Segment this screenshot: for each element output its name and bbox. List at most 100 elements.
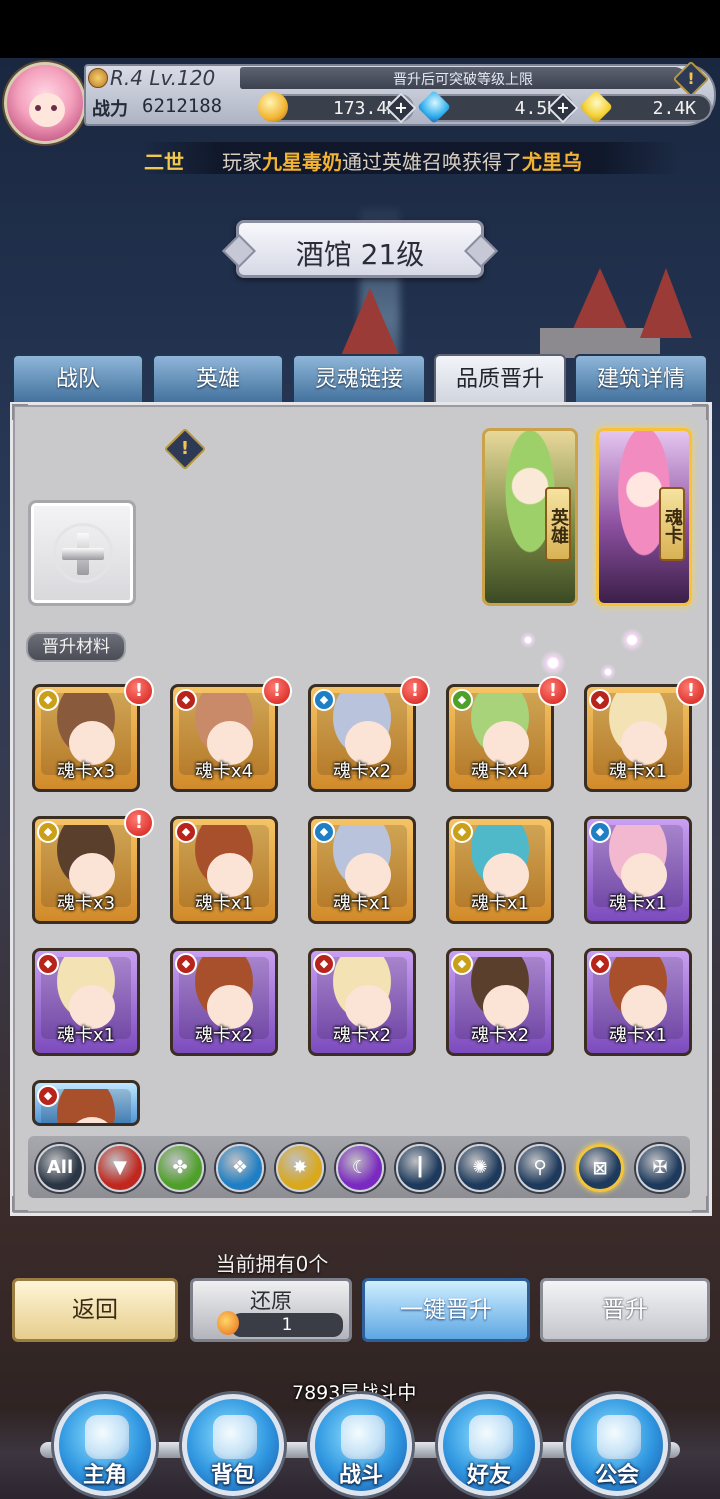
add-target-slot[interactable]: [28, 500, 136, 606]
building-title-plate: 酒馆 21级: [236, 220, 484, 278]
panel-corner: [12, 1196, 28, 1212]
tab-soul-link[interactable]: 灵魂链接: [292, 354, 426, 404]
alert-badge-icon: !: [124, 676, 154, 706]
tab-heroes[interactable]: 英雄: [152, 354, 284, 404]
hero-type-label: 英雄: [545, 487, 571, 561]
soulcard-type-card[interactable]: 魂卡: [596, 428, 692, 606]
element-badge-icon: ◆: [175, 821, 197, 843]
nav-backpack-button[interactable]: 背包: [182, 1394, 284, 1496]
material-count: 魂卡x2: [194, 1025, 254, 1046]
nav-label: 好友: [466, 1463, 511, 1488]
soulcard-class-icon[interactable]: ⊠: [576, 1144, 624, 1192]
power-value: 6212188: [142, 95, 223, 117]
material-card[interactable]: ◆ 魂卡x1: [170, 816, 278, 924]
hero-helmet-icon: [85, 1415, 129, 1459]
building-title: 酒馆 21级: [295, 238, 425, 271]
material-count: 魂卡x1: [608, 1025, 668, 1046]
material-count: 魂卡x1: [608, 761, 668, 782]
status-bar: [0, 0, 720, 58]
alert-badge-icon: !: [262, 676, 292, 706]
material-card[interactable]: ◆ 魂卡x4: [170, 684, 278, 792]
material-card[interactable]: ◆ 魂卡x2: [308, 948, 416, 1056]
dark-element-icon[interactable]: ☾: [336, 1144, 384, 1192]
tab-building-details[interactable]: 建筑详情: [574, 354, 708, 404]
material-card[interactable]: ◆ 魂卡x1: [32, 948, 140, 1056]
alert-badge-icon: !: [676, 676, 706, 706]
material-card[interactable]: ◆ 魂卡x1: [308, 816, 416, 924]
element-badge-icon: ◆: [589, 953, 611, 975]
nav-guild-crest-button[interactable]: 公会: [566, 1394, 668, 1496]
panel-corner: [692, 404, 708, 420]
restore-label: 还原: [250, 1289, 292, 1313]
material-card[interactable]: ◆ 魂卡x2: [170, 948, 278, 1056]
element-badge-icon: ◆: [589, 689, 611, 711]
element-badge-icon: ◆: [37, 953, 59, 975]
material-card[interactable]: ◆: [32, 1080, 140, 1126]
handshake-icon: [469, 1415, 513, 1459]
rank-icon: [88, 68, 108, 88]
nav-handshake-button[interactable]: 好友: [438, 1394, 540, 1496]
promote-button[interactable]: 晋升: [540, 1278, 710, 1342]
alert-badge-icon: !: [538, 676, 568, 706]
alert-badge-icon: !: [124, 808, 154, 838]
magic-class-icon[interactable]: ⚲: [516, 1144, 564, 1192]
element-badge-icon: ◆: [175, 689, 197, 711]
nav-hero-helmet-button[interactable]: 主角: [54, 1394, 156, 1496]
material-card[interactable]: ◆ 魂卡x1: [584, 948, 692, 1056]
wings-class-icon[interactable]: ✠: [636, 1144, 684, 1192]
panel-corner: [692, 1196, 708, 1212]
element-badge-icon: ◆: [451, 689, 473, 711]
water-element-icon[interactable]: ❖: [216, 1144, 264, 1192]
all-filter-icon[interactable]: All: [36, 1144, 84, 1192]
crossed-swords-icon: [341, 1415, 385, 1459]
material-card[interactable]: ◆ 魂卡x3: [32, 816, 140, 924]
material-count: 魂卡x1: [56, 1025, 116, 1046]
restore-button[interactable]: 还原 1: [190, 1278, 352, 1342]
material-card[interactable]: ◆ 魂卡x1: [446, 816, 554, 924]
material-count: 魂卡x3: [56, 761, 116, 782]
material-count: 魂卡x3: [56, 893, 116, 914]
element-badge-icon: ◆: [313, 821, 335, 843]
material-card[interactable]: ◆ 魂卡x2: [446, 948, 554, 1056]
sword-class-icon[interactable]: ┃: [396, 1144, 444, 1192]
sparkle: [540, 650, 566, 676]
castle-roof: [340, 288, 400, 358]
castle-roof: [640, 268, 692, 338]
nav-crossed-swords-button[interactable]: 战斗: [310, 1394, 412, 1496]
restore-cost: 1: [231, 1313, 343, 1337]
nav-label: 主角: [82, 1463, 127, 1488]
material-card[interactable]: ◆ 魂卡x1: [584, 816, 692, 924]
material-card[interactable]: ◆ 魂卡x3: [32, 684, 140, 792]
material-card[interactable]: ◆ 魂卡x1: [584, 684, 692, 792]
one-click-promote-button[interactable]: 一键晋升: [362, 1278, 530, 1342]
gold-coin-icon: [258, 92, 288, 122]
material-count: 魂卡x1: [332, 893, 392, 914]
tab-team[interactable]: 战队: [12, 354, 144, 404]
material-card[interactable]: ◆ 魂卡x2: [308, 684, 416, 792]
power-label: 战力: [92, 99, 128, 120]
sparkle: [600, 664, 616, 680]
material-card[interactable]: ◆ 魂卡x4: [446, 684, 554, 792]
guild-crest-icon: [597, 1415, 641, 1459]
sparkle: [520, 632, 536, 648]
hero-type-card[interactable]: 英雄: [482, 428, 578, 606]
nav-label: 公会: [594, 1463, 639, 1488]
element-badge-icon: ◆: [589, 821, 611, 843]
panel-corner: [12, 404, 28, 420]
element-badge-icon: ◆: [175, 953, 197, 975]
nature-element-icon[interactable]: ✤: [156, 1144, 204, 1192]
marquee-text: 玩家九星毒奶通过英雄召唤获得了尤里乌: [222, 150, 582, 174]
material-count: 魂卡x4: [194, 761, 254, 782]
player-avatar[interactable]: [4, 62, 86, 144]
fire-element-icon[interactable]: ▼: [96, 1144, 144, 1192]
element-badge-icon: ◆: [451, 953, 473, 975]
element-badge-icon: ◆: [37, 689, 59, 711]
tab-quality-promotion[interactable]: 品质晋升: [434, 354, 566, 404]
light-element-icon[interactable]: ✸: [276, 1144, 324, 1192]
back-button[interactable]: 返回: [12, 1278, 178, 1342]
promotion-notice-bar: 晋升后可突破等级上限: [240, 67, 686, 89]
element-badge-icon: ◆: [451, 821, 473, 843]
wind-class-icon[interactable]: ✺: [456, 1144, 504, 1192]
element-badge-icon: ◆: [313, 953, 335, 975]
sparkle: [620, 628, 644, 652]
